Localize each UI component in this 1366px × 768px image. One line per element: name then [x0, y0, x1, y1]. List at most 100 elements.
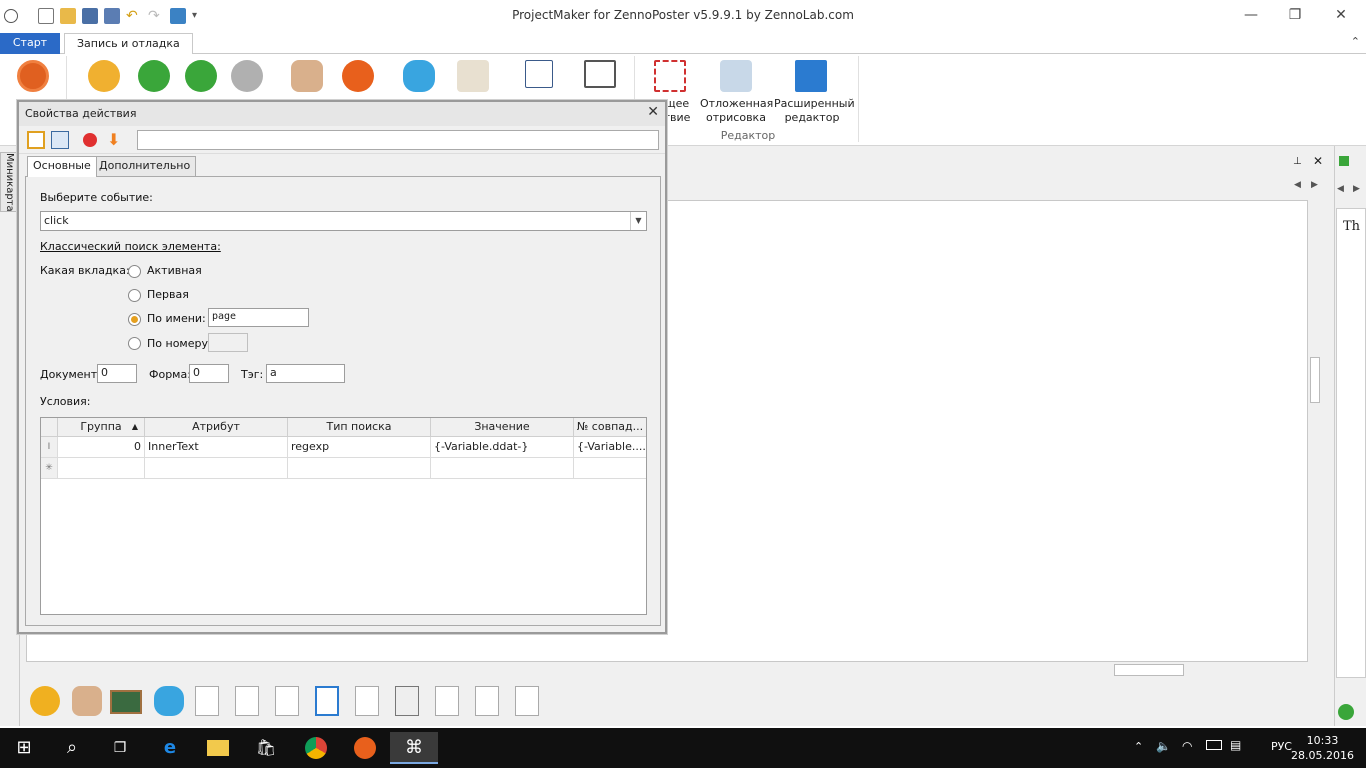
- tag-input[interactable]: a: [266, 364, 345, 383]
- event-select[interactable]: click ▼: [40, 211, 647, 231]
- cell-value[interactable]: {-Variable.ddat-}: [431, 437, 574, 458]
- chrome-icon[interactable]: [292, 732, 340, 764]
- new-cell-search-type[interactable]: [288, 458, 431, 479]
- horizontal-scrollbar[interactable]: [26, 662, 1308, 678]
- captcha-icon[interactable]: [525, 60, 553, 88]
- clock[interactable]: 10:33 28.05.2016: [1291, 733, 1354, 763]
- grid-header-search-type[interactable]: Тип поиска: [288, 418, 431, 437]
- firefox-taskbar-icon[interactable]: [341, 732, 389, 764]
- grid-header-attribute[interactable]: Атрибут: [145, 418, 288, 437]
- form-input[interactable]: 0: [189, 364, 229, 383]
- extended-editor-label[interactable]: Расширенный редактор: [774, 97, 855, 125]
- cell-group[interactable]: 0: [58, 437, 145, 458]
- radio-first-tab[interactable]: [128, 289, 141, 302]
- scroll-left-arrow-icon[interactable]: ◀: [1294, 180, 1301, 190]
- new-cell-attribute[interactable]: [145, 458, 288, 479]
- nav-right-icon[interactable]: ▶: [1353, 184, 1360, 194]
- minimize-button[interactable]: —: [1228, 4, 1274, 26]
- table-icon[interactable]: [395, 686, 419, 716]
- task-view-icon[interactable]: ❐: [96, 732, 144, 764]
- tab-record-debug[interactable]: Запись и отладка: [64, 33, 193, 55]
- panel-close-icon[interactable]: ✕: [1313, 154, 1323, 168]
- battery-icon[interactable]: [1206, 740, 1222, 750]
- user-action-icon[interactable]: [72, 686, 102, 716]
- chevron-down-icon[interactable]: ▼: [630, 212, 646, 230]
- list-action-icon[interactable]: [435, 686, 459, 716]
- list-action-icon[interactable]: [515, 686, 539, 716]
- hourglass-icon[interactable]: [720, 60, 752, 92]
- radio-by-name[interactable]: [128, 313, 141, 326]
- scroll-right-arrow-icon[interactable]: ▶: [1311, 180, 1318, 190]
- email-icon[interactable]: [457, 60, 489, 92]
- windows-icon[interactable]: [584, 60, 616, 88]
- properties-view-icon[interactable]: [27, 131, 45, 149]
- ribbon-collapse-icon[interactable]: ⌃: [1351, 35, 1360, 48]
- tab-main[interactable]: Основные: [27, 156, 97, 177]
- windows-start-icon[interactable]: ⊞: [0, 732, 48, 764]
- tab-number-input[interactable]: [208, 333, 248, 352]
- settings-gear-icon[interactable]: [30, 686, 60, 716]
- close-button[interactable]: ✕: [1318, 4, 1364, 26]
- cell-attribute[interactable]: InnerText: [145, 437, 288, 458]
- tab-extra[interactable]: Дополнительно: [93, 156, 197, 176]
- classic-search-label[interactable]: Классический поиск элемента:: [40, 240, 221, 253]
- stop-icon[interactable]: [231, 60, 263, 92]
- volume-icon[interactable]: 🔈: [1156, 739, 1171, 753]
- robot-icon[interactable]: [403, 60, 435, 92]
- new-cell-value[interactable]: [431, 458, 574, 479]
- play-step-icon[interactable]: [185, 60, 217, 92]
- vertical-scroll-thumb[interactable]: [1310, 357, 1320, 403]
- radio-by-number[interactable]: [128, 337, 141, 350]
- user-icon[interactable]: [291, 60, 323, 92]
- edge-icon[interactable]: e: [146, 732, 194, 764]
- network-icon[interactable]: [315, 686, 339, 716]
- cell-search-type[interactable]: regexp: [288, 437, 431, 458]
- tab-start[interactable]: Старт: [0, 33, 60, 55]
- radio-active-tab[interactable]: [128, 265, 141, 278]
- horizontal-scroll-thumb[interactable]: [1114, 664, 1184, 676]
- robot-action-icon[interactable]: [154, 686, 184, 716]
- list-action-icon[interactable]: [275, 686, 299, 716]
- dialog-title[interactable]: Свойства действия: [19, 102, 665, 126]
- list-view-icon[interactable]: [51, 131, 69, 149]
- list-action-icon[interactable]: [355, 686, 379, 716]
- tab-name-input[interactable]: page: [208, 308, 309, 327]
- record-icon[interactable]: [17, 60, 49, 92]
- zennoposter-taskbar-icon[interactable]: ⌘: [390, 732, 438, 764]
- current-action-icon[interactable]: [654, 60, 686, 92]
- extended-editor-icon[interactable]: [795, 60, 827, 92]
- tray-expand-icon[interactable]: ⌃: [1134, 740, 1143, 753]
- notification-icon[interactable]: ▤: [1230, 738, 1241, 752]
- firefox-icon[interactable]: [342, 60, 374, 92]
- file-explorer-icon[interactable]: [194, 732, 242, 764]
- wifi-icon[interactable]: ◠: [1182, 739, 1192, 753]
- down-arrow-icon[interactable]: ⬇: [107, 131, 125, 149]
- dialog-search-input[interactable]: [137, 130, 659, 150]
- restart-icon[interactable]: [88, 60, 120, 92]
- maximize-button[interactable]: ❐: [1272, 4, 1318, 26]
- nav-left-icon[interactable]: ◀: [1337, 184, 1344, 194]
- new-cell-match[interactable]: [574, 458, 646, 479]
- stop-red-icon[interactable]: [83, 133, 97, 147]
- pin-icon[interactable]: ⊥: [1293, 156, 1302, 167]
- conditions-grid[interactable]: Группа ▲ Атрибут Тип поиска Значение № с…: [40, 417, 647, 615]
- vertical-scrollbar[interactable]: [1308, 200, 1322, 662]
- dialog-close-icon[interactable]: ✕: [647, 104, 659, 120]
- play-icon[interactable]: [138, 60, 170, 92]
- grid-header-match[interactable]: № совпад...: [574, 418, 646, 437]
- back-arrow-icon[interactable]: [1339, 156, 1349, 166]
- math-board-icon[interactable]: [110, 690, 142, 714]
- cell-match[interactable]: {-Variable....: [574, 437, 646, 458]
- grid-header-group[interactable]: Группа ▲: [58, 418, 145, 437]
- list-action-icon[interactable]: [235, 686, 259, 716]
- deferred-render-label[interactable]: Отложенная отрисовка: [700, 97, 773, 125]
- new-cell-group[interactable]: [58, 458, 145, 479]
- language-indicator[interactable]: РУС: [1271, 740, 1292, 753]
- store-icon[interactable]: 🛍: [242, 732, 290, 764]
- document-input[interactable]: 0: [97, 364, 137, 383]
- list-action-icon[interactable]: [475, 686, 499, 716]
- grid-header-value[interactable]: Значение: [431, 418, 574, 437]
- minimap-tab[interactable]: Миникарта: [0, 152, 18, 212]
- list-action-icon[interactable]: [195, 686, 219, 716]
- search-icon[interactable]: ⌕: [48, 732, 96, 764]
